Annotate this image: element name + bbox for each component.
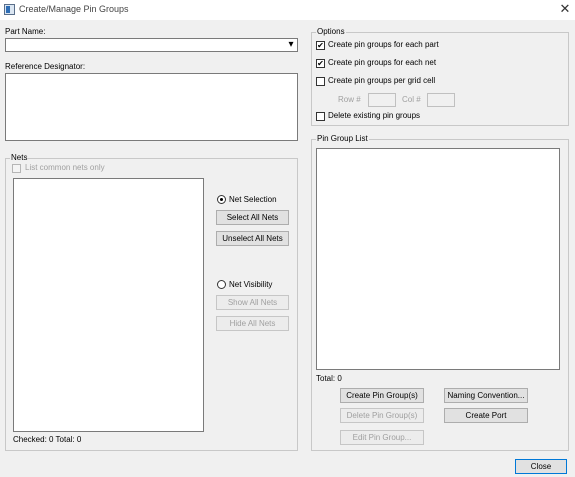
list-common-nets-label: List common nets only	[25, 163, 105, 172]
net-selection-radio[interactable]	[217, 195, 226, 204]
net-visibility-radio[interactable]	[217, 280, 226, 289]
row-label: Row #	[338, 95, 361, 104]
delete-pin-group-button[interactable]: Delete Pin Group(s)	[340, 408, 424, 423]
delete-existing-checkbox[interactable]	[316, 112, 325, 121]
col-label: Col #	[402, 95, 421, 104]
unselect-all-nets-button[interactable]: Unselect All Nets	[216, 231, 289, 246]
list-common-nets-checkbox[interactable]	[12, 164, 21, 173]
pin-group-total: Total: 0	[316, 374, 342, 383]
part-name-dropdown[interactable]: ▾	[5, 38, 298, 52]
close-icon[interactable]: ✕	[557, 1, 573, 17]
close-button[interactable]: Close	[515, 459, 567, 474]
nets-legend: Nets	[10, 153, 29, 163]
delete-existing-label: Delete existing pin groups	[328, 111, 421, 120]
net-visibility-label: Net Visibility	[229, 280, 273, 289]
show-all-nets-button[interactable]: Show All Nets	[216, 295, 289, 310]
reference-designator-field[interactable]	[5, 73, 298, 141]
select-all-nets-button[interactable]: Select All Nets	[216, 210, 289, 225]
naming-convention-button[interactable]: Naming Convention...	[444, 388, 528, 403]
net-selection-label: Net Selection	[229, 195, 277, 204]
app-icon	[4, 4, 15, 15]
col-field[interactable]	[427, 93, 455, 107]
row-field[interactable]	[368, 93, 396, 107]
each-net-label: Create pin groups for each net	[328, 58, 437, 67]
each-part-checkbox[interactable]: ✔	[316, 41, 325, 50]
each-net-checkbox[interactable]: ✔	[316, 59, 325, 68]
edit-pin-group-button[interactable]: Edit Pin Group...	[340, 430, 424, 445]
options-legend: Options	[316, 27, 346, 37]
nets-status: Checked: 0 Total: 0	[13, 435, 82, 444]
pin-group-list[interactable]	[316, 148, 560, 370]
nets-list[interactable]	[13, 178, 204, 432]
pin-group-list-legend: Pin Group List	[316, 134, 369, 144]
reference-designator-label: Reference Designator:	[5, 62, 86, 71]
create-port-button[interactable]: Create Port	[444, 408, 528, 423]
window-title: Create/Manage Pin Groups	[19, 4, 129, 14]
chevron-down-icon: ▾	[288, 39, 294, 50]
part-name-label: Part Name:	[5, 27, 46, 36]
hide-all-nets-button[interactable]: Hide All Nets	[216, 316, 289, 331]
grid-cell-checkbox[interactable]	[316, 77, 325, 86]
grid-cell-label: Create pin groups per grid cell	[328, 76, 436, 85]
create-pin-group-button[interactable]: Create Pin Group(s)	[340, 388, 424, 403]
each-part-label: Create pin groups for each part	[328, 40, 439, 49]
